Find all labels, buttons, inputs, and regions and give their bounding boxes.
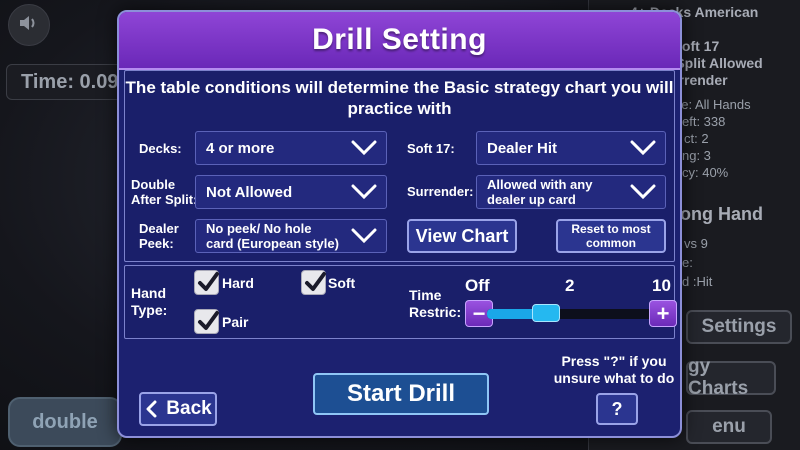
- dealer-peek-value: No peek/ No hole card (European style): [206, 221, 339, 251]
- label-line: After Split:: [131, 192, 198, 207]
- plus-icon: +: [656, 300, 670, 326]
- slider-max-label: 10: [652, 276, 671, 295]
- help-line: unsure what to do: [553, 370, 675, 386]
- decks-dropdown[interactable]: 4 or more: [195, 131, 387, 165]
- chevron-down-icon: [351, 184, 377, 200]
- time-restrict-label: Time Restric:: [409, 287, 461, 321]
- checkmark-icon: [198, 272, 219, 291]
- label-line: Peek:: [139, 236, 174, 251]
- speaker-icon: [18, 13, 40, 38]
- time-slider-track[interactable]: [487, 309, 663, 319]
- settings-button[interactable]: Settings: [686, 310, 792, 344]
- value-line: card (European style): [206, 236, 339, 251]
- soft-label: Soft: [328, 275, 356, 291]
- value-line: dealer up card: [487, 192, 576, 207]
- reset-button[interactable]: Reset to most common: [556, 219, 666, 253]
- dealer-peek-dropdown[interactable]: No peek/ No hole card (European style): [195, 219, 387, 253]
- soft17-label: Soft 17:: [407, 141, 455, 156]
- start-drill-button[interactable]: Start Drill: [313, 373, 489, 415]
- double-after-split-value: Not Allowed: [206, 183, 293, 201]
- double-button[interactable]: double: [8, 397, 122, 447]
- label-line: Double: [131, 177, 176, 192]
- pair-label: Pair: [222, 314, 249, 330]
- view-chart-button[interactable]: View Chart: [407, 219, 517, 253]
- double-after-split-dropdown[interactable]: Not Allowed: [195, 175, 387, 209]
- pair-checkbox[interactable]: [194, 309, 219, 334]
- dialog-title: Drill Setting: [119, 12, 680, 70]
- chevron-down-icon: [351, 228, 377, 244]
- soft17-value: Dealer Hit: [487, 139, 558, 157]
- reset-label-line: Reset to most: [571, 222, 651, 236]
- decks-value: 4 or more: [206, 139, 275, 157]
- minus-icon: −: [472, 300, 486, 326]
- hard-checkbox[interactable]: [194, 270, 219, 295]
- hand-type-label: Hand Type:: [131, 285, 167, 319]
- soft-checkbox[interactable]: [301, 270, 326, 295]
- time-increase-button[interactable]: +: [649, 300, 677, 327]
- surrender-dropdown[interactable]: Allowed with any dealer up card: [476, 175, 666, 209]
- label-line: Restric:: [409, 304, 462, 320]
- surrender-value: Allowed with any dealer up card: [487, 177, 592, 207]
- back-label: Back: [166, 398, 212, 419]
- menu-button[interactable]: enu: [686, 410, 772, 444]
- help-button-label: ?: [611, 398, 623, 419]
- checkmark-icon: [198, 311, 219, 330]
- label-line: Dealer: [139, 221, 179, 236]
- help-line: Press "?" if you: [561, 353, 667, 369]
- label-line: Type:: [131, 302, 168, 318]
- value-line: No peek/ No hole: [206, 221, 312, 236]
- settings-label: Settings: [701, 316, 777, 337]
- dealer-peek-label: Dealer Peek:: [139, 221, 179, 251]
- chevron-down-icon: [630, 140, 656, 156]
- strategy-charts-label: gy Charts: [688, 356, 749, 399]
- time-slider-thumb[interactable]: [532, 304, 560, 322]
- reset-label-line: common: [585, 236, 636, 250]
- double-after-split-label: Double After Split:: [131, 177, 197, 207]
- label-line: Hand: [131, 285, 166, 301]
- back-button[interactable]: Back: [139, 392, 217, 426]
- help-button[interactable]: ?: [596, 393, 638, 425]
- view-chart-label: View Chart: [415, 225, 509, 246]
- menu-label: enu: [712, 416, 746, 437]
- label-line: Time: [409, 287, 442, 303]
- double-label: double: [32, 410, 98, 433]
- soft17-dropdown[interactable]: Dealer Hit: [476, 131, 666, 165]
- value-line: Allowed with any: [487, 177, 593, 192]
- intro-text: The table conditions will determine the …: [125, 78, 674, 118]
- hand-time-section: Hand Type: Hard Soft Pair Time Restric: …: [124, 265, 677, 339]
- strategy-charts-button[interactable]: gy Charts: [686, 356, 776, 399]
- sound-toggle-button[interactable]: [8, 4, 50, 46]
- surrender-label: Surrender:: [407, 184, 474, 199]
- help-hint: Press "?" if you unsure what to do: [549, 353, 679, 387]
- chevron-left-icon: [146, 400, 157, 418]
- hard-label: Hard: [222, 275, 254, 291]
- slider-min-label: Off: [465, 276, 490, 295]
- time-display: Time: 0.09: [6, 64, 126, 100]
- chevron-down-icon: [630, 184, 656, 200]
- drill-setting-dialog: Drill Setting The table conditions will …: [117, 10, 682, 438]
- checkmark-icon: [305, 272, 326, 291]
- slider-value-label: 2: [565, 276, 575, 295]
- chevron-down-icon: [351, 140, 377, 156]
- decks-label: Decks:: [139, 141, 182, 156]
- start-drill-label: Start Drill: [346, 380, 456, 407]
- table-conditions-section: The table conditions will determine the …: [124, 70, 675, 262]
- time-text: Time: 0.09: [21, 70, 119, 93]
